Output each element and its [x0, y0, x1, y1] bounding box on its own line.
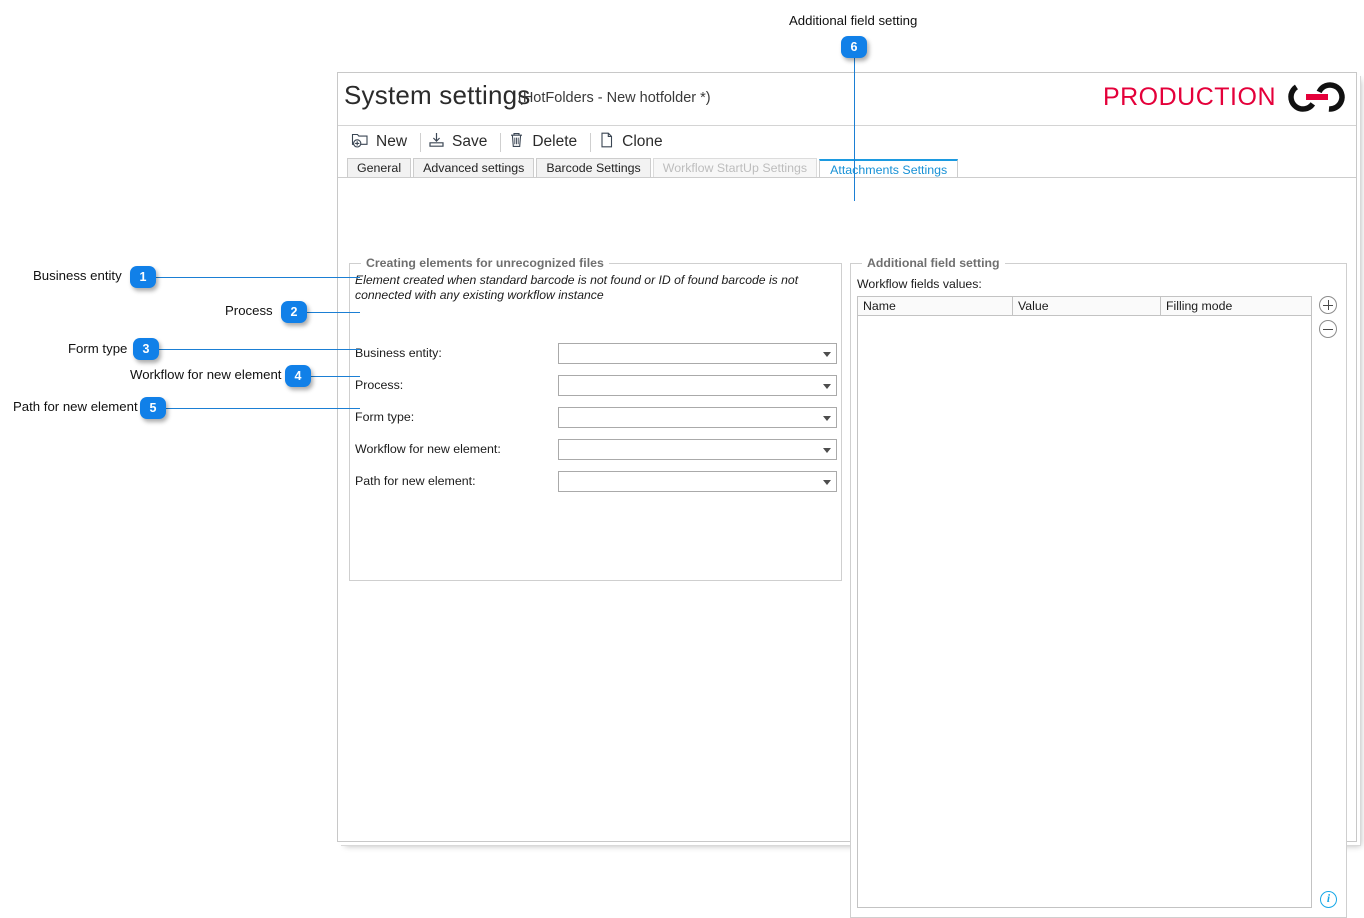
- grid-column-name[interactable]: Name: [858, 297, 1013, 315]
- page-title: System settings: [344, 80, 531, 110]
- process-label: Process:: [355, 378, 404, 392]
- business-entity-dropdown[interactable]: [558, 343, 837, 364]
- callout-label-4: Workflow for new element: [130, 367, 282, 382]
- field-form-type: Form type:: [355, 407, 837, 429]
- callout-label-1: Business entity: [33, 268, 122, 283]
- chevron-down-icon: [823, 480, 831, 485]
- chevron-down-icon: [823, 352, 831, 357]
- add-row-button[interactable]: [1319, 296, 1337, 314]
- callout-label-3: Form type: [68, 341, 128, 356]
- delete-button-label: Delete: [532, 133, 578, 150]
- process-dropdown[interactable]: [558, 375, 837, 396]
- save-button-label: Save: [452, 133, 488, 150]
- chevron-down-icon: [823, 448, 831, 453]
- linked-rings-logo-icon: [1288, 82, 1345, 112]
- toolbar-divider: [420, 132, 422, 152]
- chevron-down-icon: [823, 384, 831, 389]
- callout-label-2: Process: [225, 303, 273, 318]
- brand-logo-group: PRODUCTION: [1103, 81, 1348, 113]
- form-type-label: Form type:: [355, 410, 415, 424]
- field-workflow-for-new-element: Workflow for new element:: [355, 439, 837, 461]
- clone-button[interactable]: Clone: [593, 129, 674, 156]
- creating-elements-description: Element created when standard barcode is…: [355, 273, 799, 302]
- clone-button-label: Clone: [622, 133, 663, 150]
- remove-row-button[interactable]: [1319, 320, 1337, 338]
- callout-leader-5: [153, 408, 360, 409]
- chevron-down-icon: [823, 416, 831, 421]
- new-button[interactable]: New: [347, 129, 418, 156]
- path-for-new-element-label: Path for new element:: [355, 474, 476, 488]
- creating-elements-groupbox-title: Creating elements for unrecognized files: [361, 256, 609, 270]
- business-entity-label: Business entity:: [355, 346, 442, 360]
- creating-elements-groupbox: Creating elements for unrecognized files…: [349, 256, 842, 581]
- callout-badge-1[interactable]: 1: [130, 266, 156, 288]
- brand-name: PRODUCTION: [1102, 82, 1276, 111]
- new-button-label: New: [376, 133, 408, 150]
- copy-page-icon: [597, 131, 616, 154]
- tab-advanced-settings[interactable]: Advanced settings: [413, 158, 535, 178]
- toolbar: New Save Delete Clone: [338, 126, 1356, 158]
- save-icon: [427, 131, 446, 154]
- field-process: Process:: [355, 375, 837, 397]
- grid-body-empty[interactable]: [858, 316, 1311, 907]
- callout-leader-6: [854, 48, 855, 201]
- toolbar-divider: [590, 132, 592, 152]
- callout-badge-2[interactable]: 2: [281, 301, 307, 323]
- workflow-fields-grid: Name Value Filling mode: [857, 296, 1312, 908]
- field-business-entity: Business entity:: [355, 343, 837, 365]
- tab-workflow-startup-settings: Workflow StartUp Settings: [652, 158, 818, 178]
- additional-field-setting-groupbox-title: Additional field setting: [862, 256, 1005, 270]
- callout-badge-5[interactable]: 5: [140, 397, 166, 419]
- path-for-new-element-dropdown[interactable]: [558, 471, 837, 492]
- workflow-for-new-element-label: Workflow for new element:: [355, 442, 501, 456]
- callout-leader-3: [146, 349, 360, 350]
- new-folder-icon: [351, 131, 370, 154]
- window-header: System settings (HotFolders - New hotfol…: [338, 73, 1356, 126]
- grid-column-filling-mode[interactable]: Filling mode: [1161, 297, 1311, 315]
- workflow-for-new-element-dropdown[interactable]: [558, 439, 837, 460]
- trash-icon: [507, 131, 526, 154]
- tab-content-attachments-settings: Creating elements for unrecognized files…: [338, 178, 1356, 918]
- callout-badge-3[interactable]: 3: [133, 338, 159, 360]
- additional-field-setting-groupbox: Additional field setting Workflow fields…: [850, 256, 1347, 918]
- callout-label-6: Additional field setting: [789, 13, 918, 28]
- tabstrip: General Advanced settings Barcode Settin…: [347, 158, 960, 179]
- tab-attachments-settings[interactable]: Attachments Settings: [819, 159, 959, 179]
- tab-general[interactable]: General: [347, 158, 412, 178]
- info-icon[interactable]: i: [1320, 891, 1337, 908]
- grid-column-value[interactable]: Value: [1013, 297, 1161, 315]
- form-type-dropdown[interactable]: [558, 407, 837, 428]
- callout-leader-1: [143, 277, 360, 278]
- field-path-for-new-element: Path for new element:: [355, 471, 837, 493]
- save-button[interactable]: Save: [423, 129, 498, 156]
- page-subtitle: (HotFolders - New hotfolder *): [518, 90, 711, 106]
- toolbar-divider: [500, 132, 502, 152]
- workflow-fields-values-label: Workflow fields values:: [857, 277, 982, 291]
- system-settings-window: System settings (HotFolders - New hotfol…: [337, 72, 1357, 918]
- tab-barcode-settings[interactable]: Barcode Settings: [536, 158, 651, 178]
- callout-badge-6[interactable]: 6: [841, 36, 867, 58]
- delete-button[interactable]: Delete: [503, 129, 588, 156]
- grid-header-row: Name Value Filling mode: [858, 297, 1311, 316]
- callout-badge-4[interactable]: 4: [285, 365, 311, 387]
- callout-label-5: Path for new element: [13, 399, 138, 414]
